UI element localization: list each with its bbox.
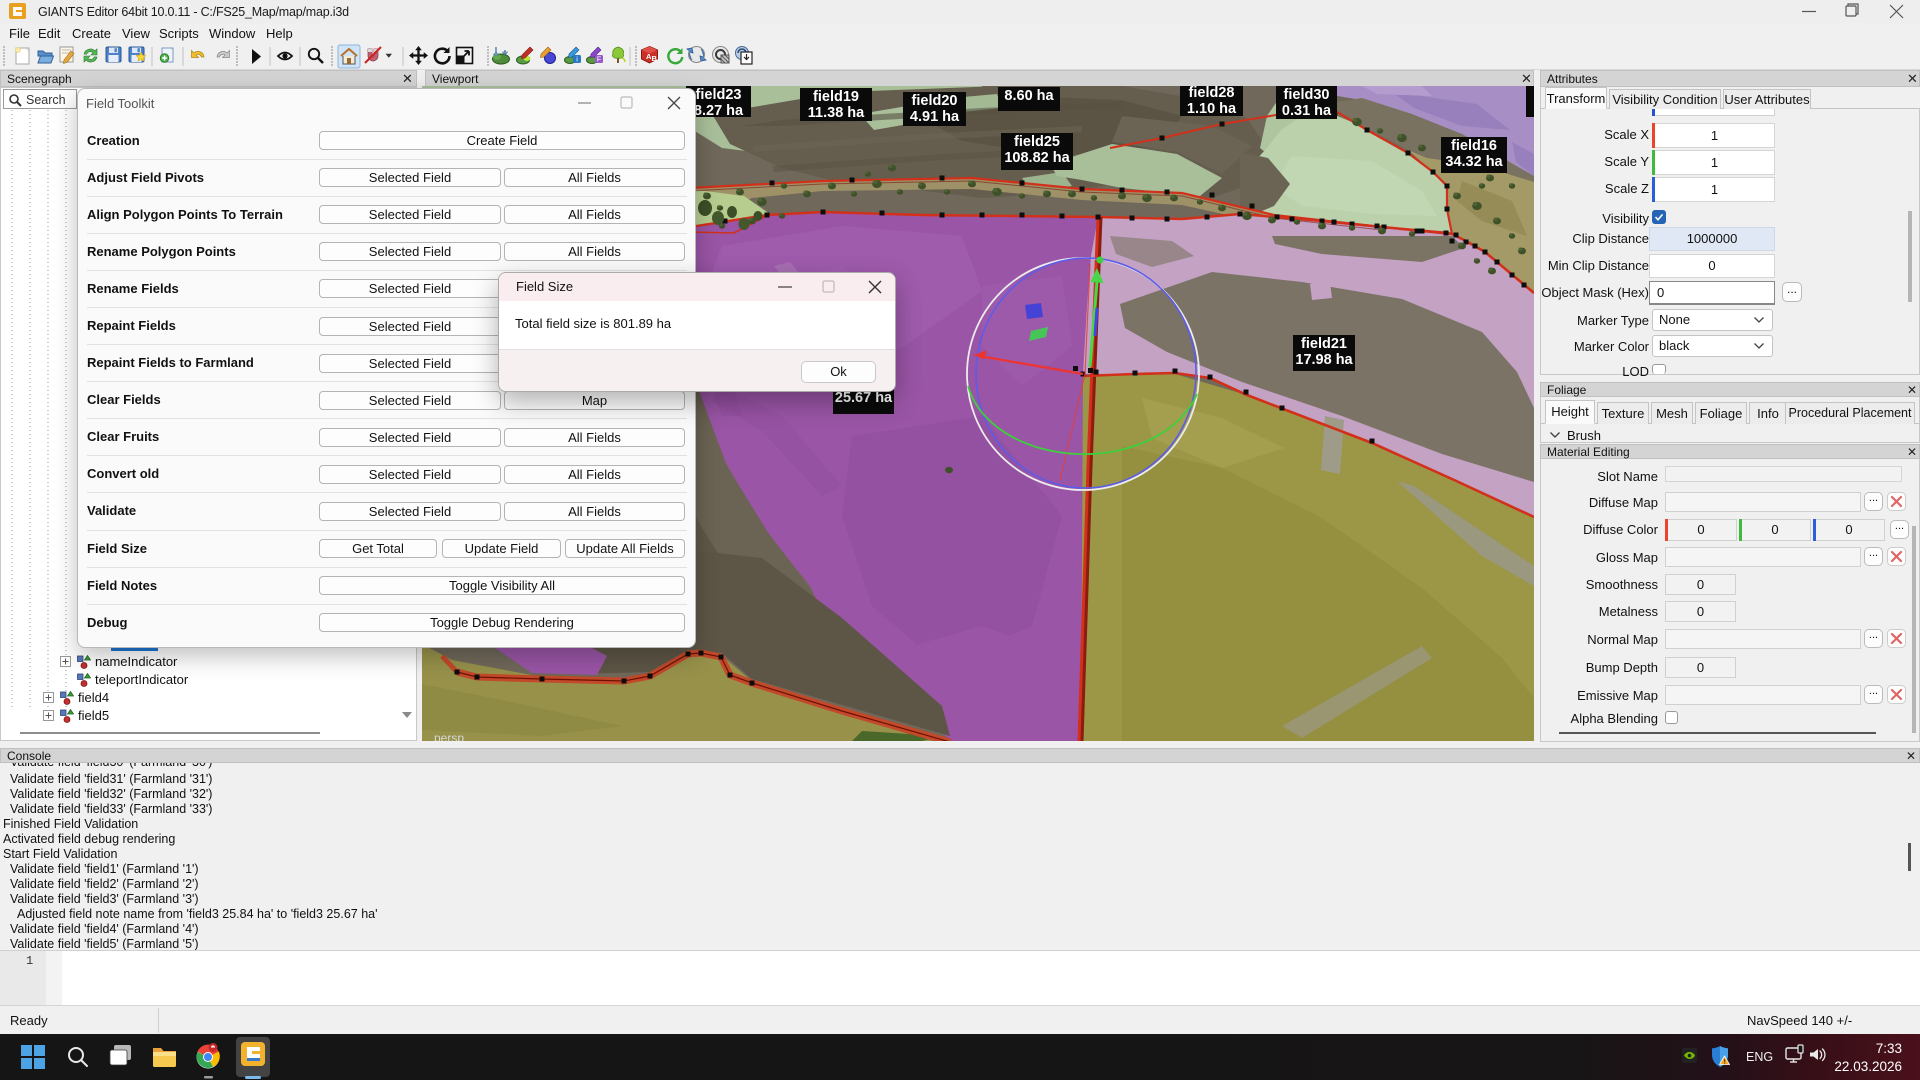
svg-text:7:33: 7:33 bbox=[1876, 1041, 1902, 1056]
svg-text:22.03.2026: 22.03.2026 bbox=[1834, 1059, 1902, 1074]
svg-text:ENG: ENG bbox=[1746, 1050, 1773, 1064]
svg-text:F: F bbox=[597, 57, 601, 64]
svg-text:B: B bbox=[652, 54, 658, 63]
